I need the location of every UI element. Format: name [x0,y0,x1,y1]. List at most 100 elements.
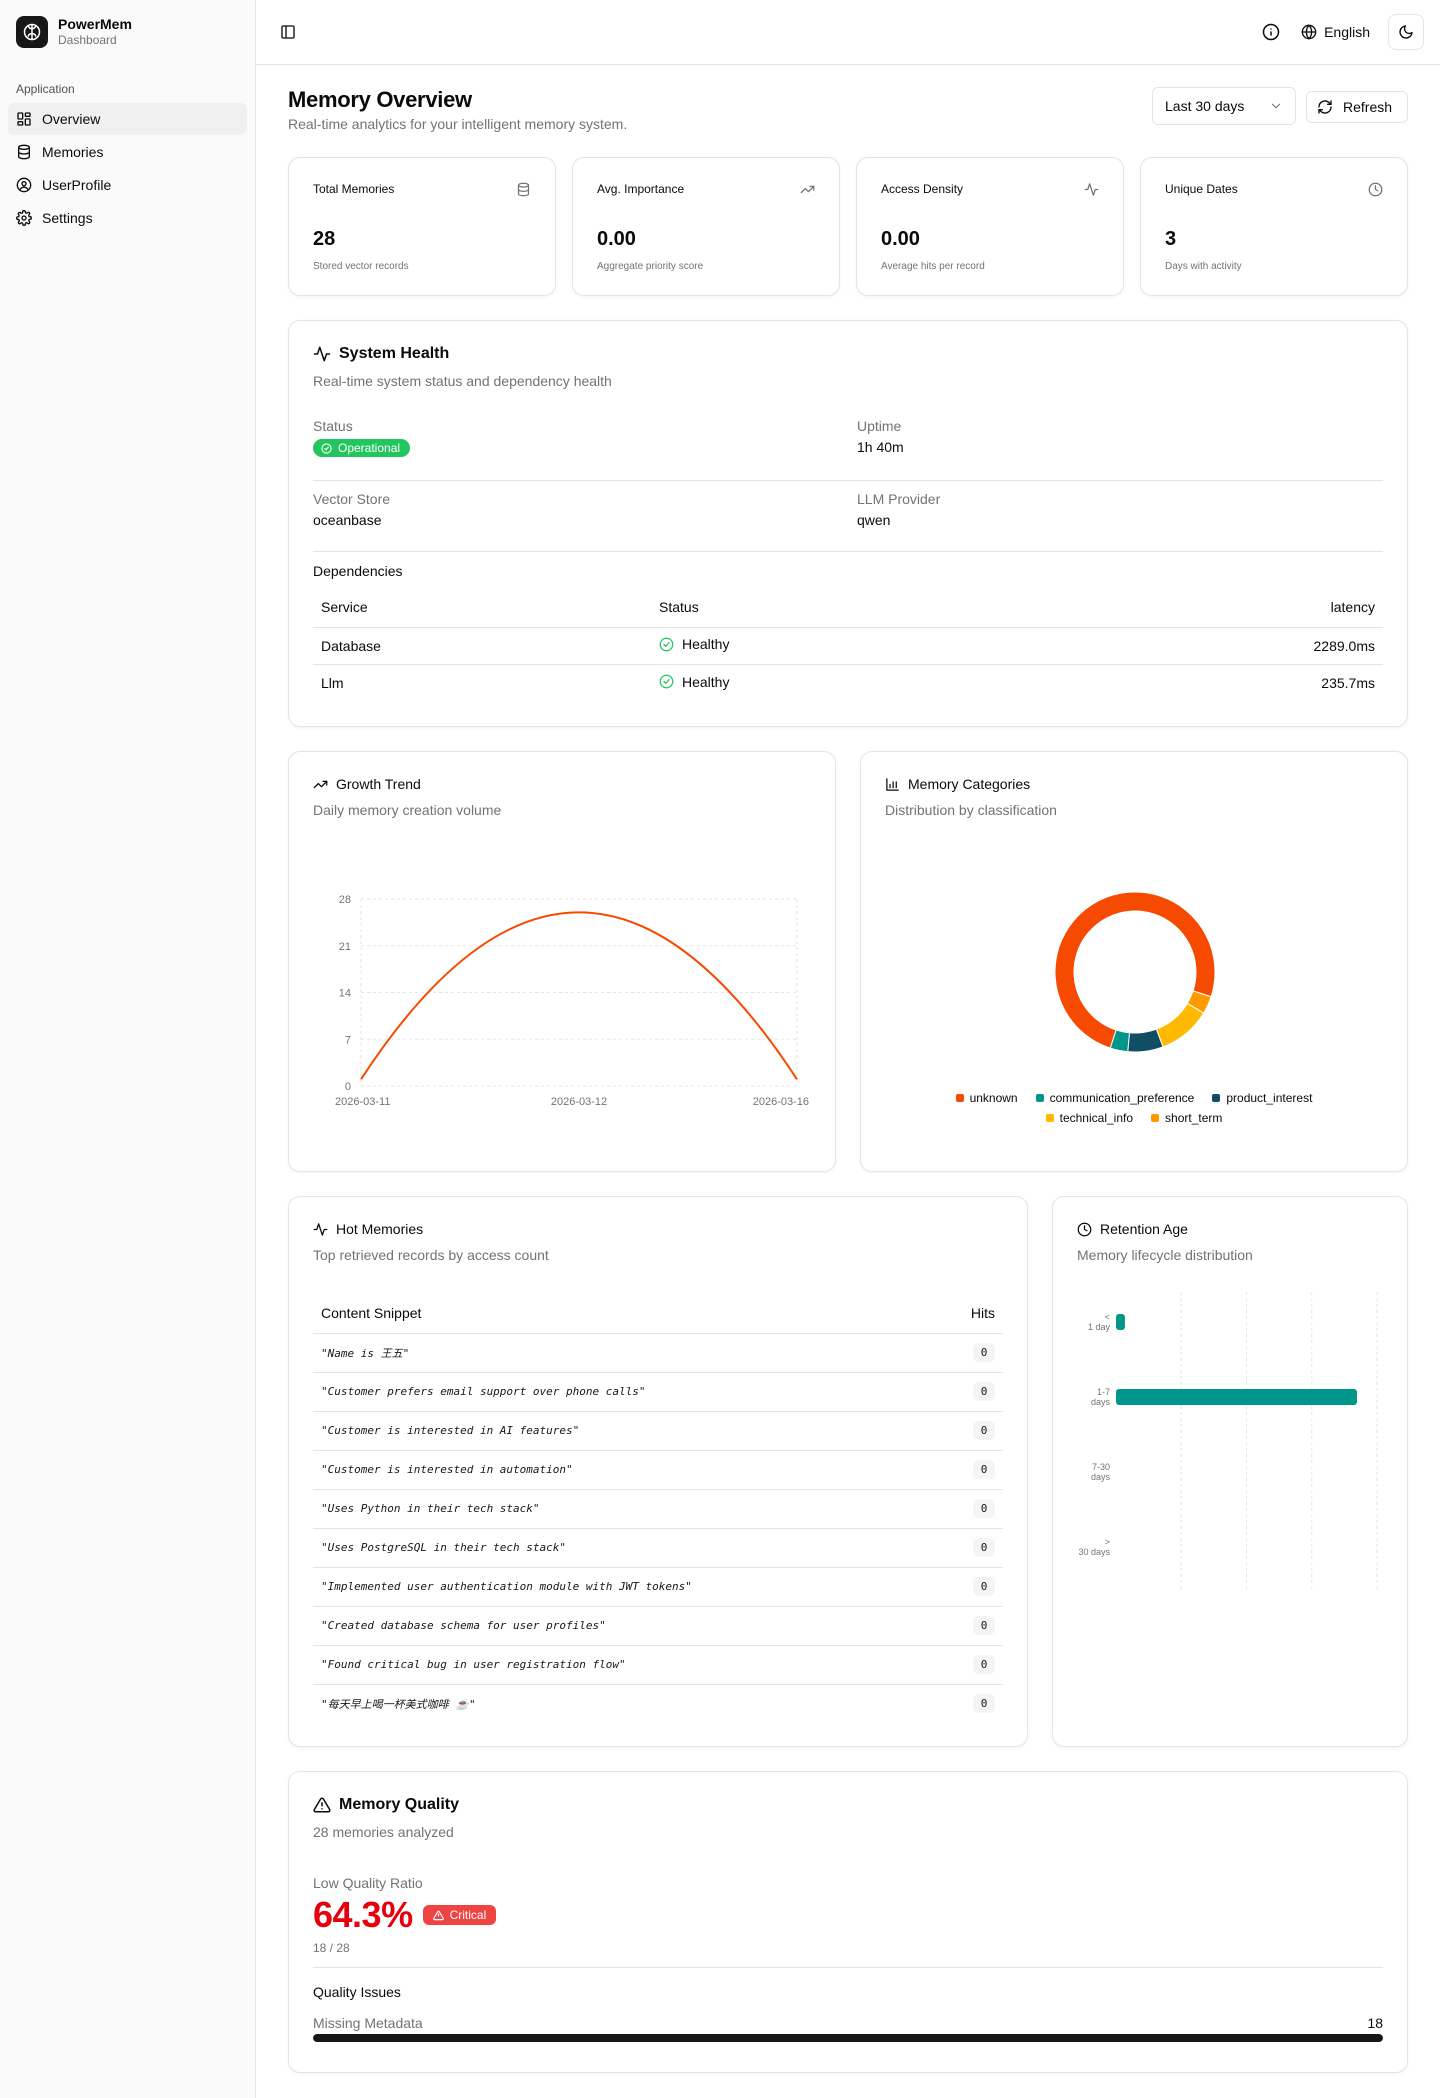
retention-age-subtitle: Memory lifecycle distribution [1077,1247,1253,1263]
stat-description: Stored vector records [313,261,409,272]
growth-trend-title-text: Growth Trend [336,776,421,792]
main-content: Memory Overview Real-time analytics for … [288,65,1408,2073]
llm-provider-field: LLM Provider qwen [857,491,940,528]
table-row[interactable]: "Customer prefers email support over pho… [313,1372,1003,1412]
hits-count: 0 [973,1382,995,1401]
activity-icon [313,1222,328,1236]
sidebar-item-overview[interactable]: Overview [8,103,247,135]
divider [313,1967,1383,1968]
ratio-row: 64.3% Critical [313,1894,497,1936]
table-row[interactable]: "每天早上喝一杯美式咖啡 ☕" 0 [313,1684,1003,1723]
vector-store-value: oceanbase [313,512,382,528]
refresh-button[interactable]: Refresh [1306,91,1408,123]
category-legend: unknown communication_preference product_i… [901,1091,1367,1125]
database-icon [517,182,530,197]
legend-row: unknown communication_preference product_i… [901,1091,1367,1105]
legend-item: short_term [1151,1111,1222,1125]
language-label: English [1324,24,1370,40]
table-row[interactable]: "Created database schema for user profil… [313,1606,1003,1646]
hits-cell: 0 [943,1567,1003,1607]
app-subtitle: Dashboard [58,33,117,47]
y-tick-label: 21 [339,941,351,953]
retention-bar [1116,1389,1357,1405]
table-row[interactable]: "Uses Python in their tech stack" 0 [313,1489,1003,1529]
memory-categories-card: Memory Categories Distribution by classi… [860,751,1408,1172]
legend-item: product_interest [1212,1091,1312,1105]
stat-value: 0.00 [881,228,920,250]
dependencies-table: Service Status latency Database Healthy [313,587,1383,701]
page-subtitle: Real-time analytics for your intelligent… [288,116,628,132]
hits-count: 0 [973,1577,995,1596]
table-row[interactable]: "Name is 王五" 0 [313,1333,1003,1373]
brand[interactable]: PowerMem Dashboard [0,0,255,64]
divider [313,480,1383,481]
low-quality-ratio-value: 64.3% [313,1894,413,1935]
table-row[interactable]: "Customer is interested in AI features" 0 [313,1411,1003,1451]
sidebar-item-label: Overview [42,111,101,127]
hot-memories-card: Hot Memories Top retrieved records by ac… [288,1196,1028,1747]
bar-chart-icon [886,777,899,791]
growth-trend-card: Growth Trend Daily memory creation volum… [288,751,836,1172]
sidebar-item-memories[interactable]: Memories [8,136,247,168]
y-tick-label: 1 day [1088,1322,1111,1332]
app-name: PowerMem [58,16,132,32]
memory-categories-title: Memory Categories [885,776,1383,792]
content-snippet: "Name is 王五" [313,1333,943,1373]
content-snippet: "Customer prefers email support over pho… [313,1372,943,1412]
retention-age-title-text: Retention Age [1100,1221,1188,1237]
stat-title: Avg. Importance [597,182,685,196]
moon-icon [1399,25,1413,39]
table-row[interactable]: "Found critical bug in user registration… [313,1645,1003,1685]
sidebar-toggle-button[interactable] [272,16,304,48]
info-button[interactable] [1259,20,1283,44]
table-row[interactable]: "Uses PostgreSQL in their tech stack" 0 [313,1528,1003,1568]
table-row: Llm Healthy 235.7ms [313,664,1383,701]
retention-age-card: Retention Age Memory lifecycle distribut… [1052,1196,1408,1747]
y-tick-label: 0 [345,1081,351,1093]
content-snippet: "Created database schema for user profil… [313,1606,943,1646]
legend-item: unknown [955,1091,1018,1105]
growth-trend-subtitle: Daily memory creation volume [313,802,502,818]
legend-label: unknown [969,1091,1018,1105]
language-switcher[interactable]: English [1301,24,1370,40]
system-health-title: System Health [313,345,1383,363]
activity-icon [1084,183,1099,196]
status-label: Status [313,418,353,434]
alert-triangle-icon [313,1797,331,1813]
content-snippet: "Uses Python in their tech stack" [313,1489,943,1529]
sidebar-item-label: Settings [42,210,93,226]
quality-fraction: 18 / 28 [313,1941,350,1955]
hits-count: 0 [973,1499,995,1518]
low-quality-ratio-label: Low Quality Ratio [313,1875,423,1891]
retention-bar [1116,1314,1125,1330]
service-status-label: Healthy [682,636,730,653]
sidebar-item-settings[interactable]: Settings [8,202,247,234]
stat-value: 28 [313,228,336,250]
legend-swatch [1151,1114,1160,1122]
table-row[interactable]: "Implemented user authentication module … [313,1567,1003,1607]
user-circle-icon [16,177,32,193]
service-latency: 2289.0ms [1037,627,1383,665]
table-row[interactable]: "Customer is interested in automation" 0 [313,1450,1003,1490]
system-health-card: System Health Real-time system status an… [288,320,1408,727]
theme-toggle-button[interactable] [1388,14,1424,50]
donut-slice-technical_info [1155,1002,1205,1048]
hits-count: 0 [973,1460,995,1479]
service-status: Healthy [651,627,1038,665]
sidebar-item-userprofile[interactable]: UserProfile [8,169,247,201]
hits-cell: 0 [943,1528,1003,1568]
stat-card-access-density: Access Density 0.00 Average hits per rec… [856,157,1124,296]
stat-description: Aggregate priority score [597,261,704,272]
sidebar-item-label: Memories [42,144,104,160]
content-snippet: "Customer is interested in automation" [313,1450,943,1490]
x-tick-label: 2026-03-16 [753,1096,809,1108]
date-range-select[interactable]: Last 30 days [1152,87,1296,125]
hits-cell: 0 [943,1684,1003,1723]
stat-card-unique-dates: Unique Dates 3 Days with activity [1140,157,1408,296]
globe-icon [1301,24,1317,40]
page-title: Memory Overview [288,87,472,112]
status-badge: Operational [313,439,411,457]
sidebar: PowerMem Dashboard Application Overview … [0,0,256,2098]
gear-icon [16,210,32,226]
hits-cell: 0 [943,1333,1003,1373]
